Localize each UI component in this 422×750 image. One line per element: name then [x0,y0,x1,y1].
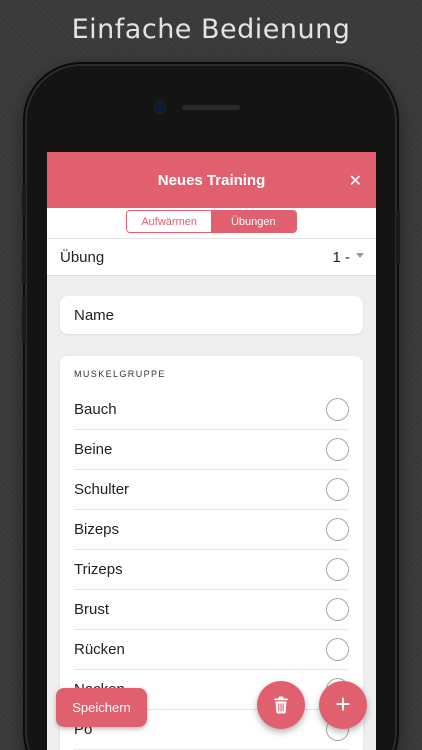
close-icon[interactable]: ✕ [349,171,362,191]
list-item-label: Beine [74,441,113,458]
phone-mute-switch [22,186,26,218]
list-item[interactable]: Trizeps [74,550,349,590]
list-item[interactable]: Rücken [74,630,349,670]
list-item-label: Trizeps [74,561,123,578]
segment-bar: Aufwärmen Übungen [47,208,376,238]
name-field[interactable]: Name [60,296,363,334]
list-item[interactable]: Schulter [74,470,349,510]
save-button[interactable]: Speichern [56,688,147,727]
uebung-selector[interactable]: Übung 1 - [47,238,376,276]
segment-aufwaermen[interactable]: Aufwärmen [127,211,211,232]
add-button[interactable]: + [319,681,367,729]
earpiece-speaker [182,105,240,110]
list-item-label: Schulter [74,481,130,498]
radio-button[interactable] [326,598,349,621]
segmented-control: Aufwärmen Übungen [126,210,297,233]
radio-button[interactable] [326,638,349,661]
list-item[interactable]: Bizeps [74,510,349,550]
list-item[interactable]: Beine [74,430,349,470]
front-camera [155,102,165,112]
chevron-down-icon [356,252,364,258]
list-item-label: Bauch [74,401,117,418]
radio-button[interactable] [326,558,349,581]
delete-button[interactable] [257,681,305,729]
phone-power-button [396,210,400,264]
section-header: MUSKELGRUPPE [74,369,166,379]
list-item[interactable]: Bauch [74,390,349,430]
page-title: Neues Training [157,171,266,189]
nav-bar: Neues Training ✕ [47,152,376,208]
uebung-value[interactable]: 1 - [332,249,364,266]
promo-headline: Einfache Bedienung [71,14,351,45]
list-item-label: Bizeps [74,521,120,538]
list-item[interactable]: Brust [74,590,349,630]
trash-icon [274,696,288,714]
radio-button[interactable] [326,398,349,421]
plus-icon: + [335,689,351,719]
segment-uebungen[interactable]: Übungen [210,211,296,232]
list-item-label: Rücken [74,641,125,658]
radio-button[interactable] [326,518,349,541]
uebung-value-text: 1 - [332,248,350,266]
radio-button[interactable] [326,438,349,461]
phone-volume-down-button [22,298,26,342]
phone-volume-up-button [22,240,26,284]
app-screen: Neues Training ✕ Aufwärmen Übungen Übung… [47,152,376,750]
radio-button[interactable] [326,478,349,501]
uebung-label: Übung [60,248,105,266]
list-item-label: Brust [74,601,110,618]
